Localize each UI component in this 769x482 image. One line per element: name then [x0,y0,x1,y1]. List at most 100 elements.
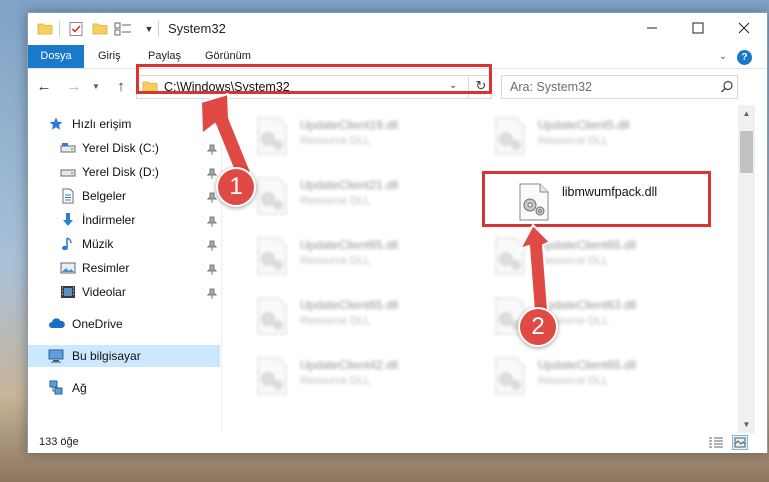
vertical-scrollbar[interactable]: ▲ ▼ [738,105,755,433]
file-name: UpdateClient65.dll [538,358,637,372]
drive-icon [60,164,76,180]
sidebar-item-label: Yerel Disk (D:) [82,165,159,179]
close-button[interactable] [721,13,767,43]
sidebar-item-pictures[interactable]: Resimler [28,257,220,279]
help-icon[interactable]: ? [737,50,752,65]
file-name: UpdateClient65.dll [300,298,399,312]
file-name: UpdateClient19.dll [300,118,399,132]
pin-icon[interactable] [206,213,218,227]
window-title: System32 [168,21,226,36]
list-item[interactable]: UpdateClient65.dll Resource DLL [252,231,472,281]
file-name: UpdateClient21.dll [300,178,399,192]
file-type: Resource DLL [300,255,371,267]
sidebar-item-downloads[interactable]: İndirmeler [28,209,220,231]
toolbar-separator [59,21,60,37]
close-icon [738,22,750,34]
back-button[interactable]: ← [34,77,54,97]
highlight-address-bar [136,64,492,94]
scroll-up-icon[interactable]: ▲ [738,105,755,122]
properties-icon[interactable] [68,21,84,37]
sidebar-item-label: Belgeler [82,189,127,203]
sidebar-item-local-disk-d[interactable]: Yerel Disk (D:) [28,161,220,183]
dll-file-icon [254,357,290,395]
view-options-icon[interactable] [114,21,131,37]
recent-locations-button[interactable]: ▼ [90,77,102,97]
search-icon[interactable] [720,80,734,94]
sidebar-item-label: Resimler [82,261,130,275]
file-type: Resource DLL [300,375,371,387]
maximize-button[interactable] [675,13,721,43]
list-item[interactable]: UpdateClient21.dll Resource DLL [252,171,472,221]
sidebar-item-local-disk-c[interactable]: Yerel Disk (C:) [28,137,220,159]
download-icon [60,212,76,228]
sidebar-item-label: OneDrive [72,317,123,331]
dll-file-icon [254,297,290,335]
sidebar-item-quick-access[interactable]: Hızlı erişim [28,113,220,135]
dll-file-icon [254,177,290,215]
scrollbar-thumb[interactable] [740,131,753,173]
dll-file-icon [492,117,528,155]
sidebar-item-label: İndirmeler [82,213,136,227]
sidebar-item-label: Bu bilgisayar [72,349,141,363]
file-name: UpdateClient42.dll [300,358,399,372]
scroll-down-icon[interactable]: ▼ [738,416,755,433]
tab-file[interactable]: Dosya [28,45,84,68]
up-button[interactable]: ↑ [111,77,131,97]
list-item[interactable]: UpdateClient42.dll Resource DLL [252,351,472,401]
documents-icon [60,188,76,204]
sidebar-item-this-pc[interactable]: Bu bilgisayar [28,345,220,367]
new-folder-icon[interactable] [92,21,108,37]
pin-icon[interactable] [206,261,218,275]
sidebar-item-network[interactable]: Ağ [28,377,220,399]
file-type: Resource DLL [300,315,371,327]
item-count: 133 öğe [39,436,79,448]
highlight-target-file [482,171,711,227]
list-item[interactable]: UpdateClient5.dll Resource DLL [490,111,710,161]
file-type: Resource DLL [300,195,371,207]
sidebar-item-music[interactable]: Müzik [28,233,220,255]
file-name: UpdateClient65.dll [300,238,399,252]
file-name: UpdateClient63.dll [538,298,637,312]
large-icons-view-icon[interactable] [732,435,748,450]
list-item[interactable]: UpdateClient65.dll Resource DLL [252,291,472,341]
music-icon [60,236,76,252]
file-type: Resource DLL [538,375,609,387]
ribbon-expand-icon[interactable]: ⌄ [716,50,730,64]
dll-file-icon [254,237,290,275]
file-name: UpdateClient5.dll [538,118,630,132]
search-input[interactable]: Ara: System32 [501,75,738,99]
tab-home[interactable]: Giriş [98,45,121,68]
maximize-icon [692,22,704,34]
pin-icon[interactable] [206,237,218,251]
forward-button[interactable]: → [64,77,84,97]
drive-icon [60,140,76,156]
details-view-icon[interactable] [708,436,724,450]
list-item[interactable]: UpdateClient65.dll Resource DLL [490,351,710,401]
file-type: Resource DLL [538,255,609,267]
sidebar-item-label: Ağ [72,381,87,395]
dll-file-icon [492,357,528,395]
sidebar-item-documents[interactable]: Belgeler [28,185,220,207]
pin-icon[interactable] [206,141,218,155]
sidebar-item-onedrive[interactable]: OneDrive [28,313,220,335]
minimize-button[interactable] [629,13,675,43]
step-badge-2: 2 [518,307,558,347]
pin-icon[interactable] [206,165,218,179]
list-item[interactable]: UpdateClient19.dll Resource DLL [252,111,472,161]
cloud-icon [48,316,65,332]
list-item[interactable]: UpdateClient65.dll Resource DLL [490,231,710,281]
toolbar-separator [158,21,159,37]
file-name: UpdateClient65.dll [538,238,637,252]
pictures-icon [60,260,76,276]
minimize-icon [647,27,657,29]
sidebar-item-label: Müzik [82,237,114,251]
folder-icon[interactable] [37,21,53,37]
step-badge-1: 1 [216,167,256,207]
sidebar-item-videos[interactable]: Videolar [28,281,220,303]
chevron-down-icon[interactable]: ▼ [141,21,157,37]
dll-file-icon [254,117,290,155]
navigation-pane: Hızlı erişim Yerel Disk (C:) Yerel Disk … [28,105,222,433]
computer-icon [48,348,64,364]
pin-icon[interactable] [206,285,218,299]
dll-file-icon [492,237,528,275]
